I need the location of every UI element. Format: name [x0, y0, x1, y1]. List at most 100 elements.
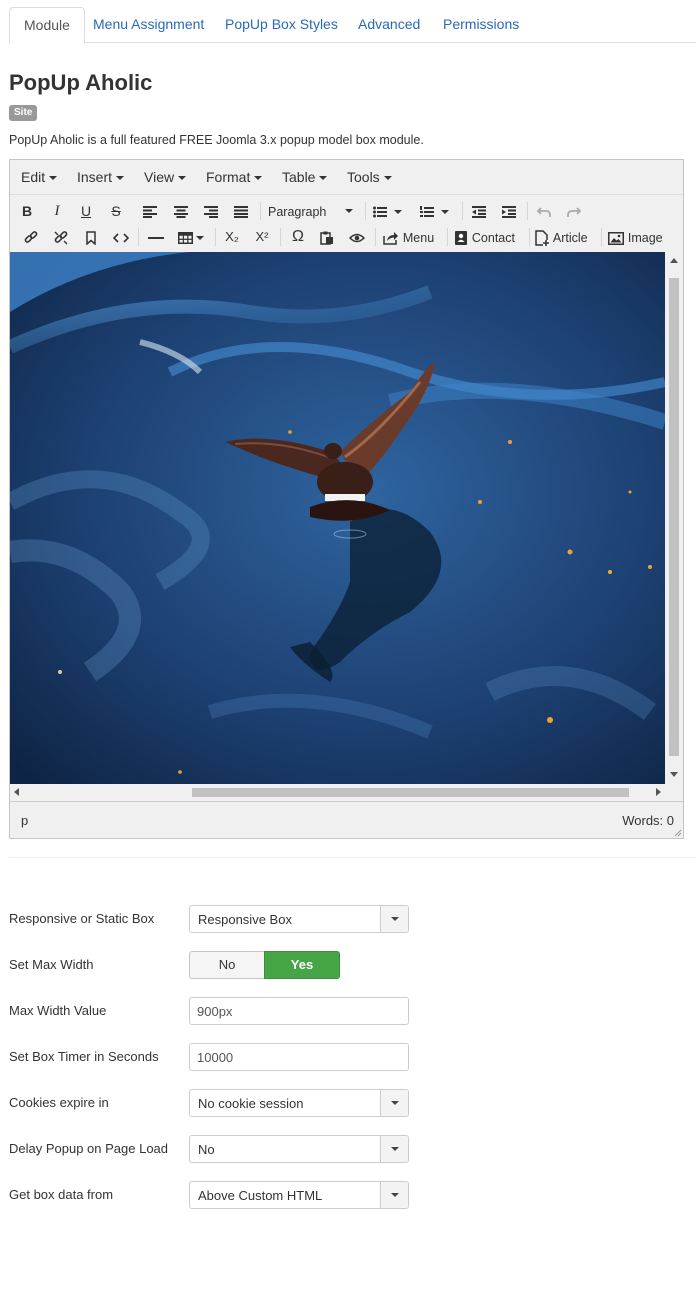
numbered-list-button[interactable] [420, 200, 456, 222]
menu-edit[interactable]: Edit [21, 160, 58, 195]
subscript-button[interactable]: X₂ [222, 226, 242, 248]
tab-module[interactable]: Module [9, 7, 85, 44]
align-right-button[interactable] [202, 200, 220, 222]
insert-menu-button[interactable]: Menu [383, 226, 449, 248]
scroll-right-icon[interactable] [656, 788, 661, 796]
toolbar-divider [375, 228, 376, 246]
horizontal-scrollbar[interactable] [10, 784, 683, 801]
align-left-button[interactable] [141, 200, 159, 222]
toolbar-divider [260, 202, 261, 220]
delay-label: Delay Popup on Page Load [9, 1141, 169, 1156]
undo-button[interactable] [535, 200, 553, 222]
align-left-icon [143, 206, 157, 219]
module-description: PopUp Aholic is a full featured FREE Joo… [9, 133, 424, 147]
anchor-button[interactable] [82, 226, 100, 248]
outdent-icon [472, 206, 486, 219]
max-width-value-label: Max Width Value [9, 1003, 107, 1018]
box-data-select[interactable]: Above Custom HTML [189, 1181, 409, 1209]
editor-menubar: Edit Insert View Format Table Tools [10, 160, 683, 195]
toolbar-divider [527, 202, 528, 220]
unlink-button[interactable] [52, 226, 70, 248]
max-width-no-button[interactable]: No [189, 951, 265, 979]
outdent-button[interactable] [470, 200, 488, 222]
site-badge: Site [9, 105, 38, 121]
tab-popup-box-styles[interactable]: PopUp Box Styles [211, 7, 352, 43]
menu-tools[interactable]: Tools [347, 160, 392, 195]
horizontal-scroll-thumb[interactable] [192, 788, 629, 797]
tab-advanced[interactable]: Advanced [344, 7, 434, 43]
delay-select[interactable]: No [189, 1135, 409, 1163]
underline-button[interactable]: U [77, 200, 95, 222]
responsive-select[interactable]: Responsive Box [189, 905, 409, 933]
insert-image-button[interactable]: Image [608, 226, 670, 248]
align-justify-button[interactable] [232, 200, 250, 222]
scroll-up-icon[interactable] [670, 258, 678, 263]
bold-button[interactable]: B [18, 200, 36, 222]
tab-menu-assignment[interactable]: Menu Assignment [79, 7, 218, 43]
insert-link-button[interactable] [22, 226, 40, 248]
element-path[interactable]: p [21, 813, 28, 828]
cookies-select[interactable]: No cookie session [189, 1089, 409, 1117]
menu-view[interactable]: View [144, 160, 187, 195]
vertical-scroll-thumb[interactable] [669, 278, 679, 756]
horizontal-rule-button[interactable] [146, 226, 166, 248]
bird-over-water-image [10, 252, 665, 784]
max-width-yes-button[interactable]: Yes [264, 951, 340, 979]
format-select[interactable]: Paragraph [268, 200, 353, 222]
timer-input[interactable] [189, 1043, 409, 1071]
chevron-down-icon [441, 210, 449, 215]
strikethrough-button[interactable]: S [107, 200, 125, 222]
source-code-button[interactable] [111, 226, 131, 248]
chevron-down-icon [49, 176, 58, 181]
menu-edit-label: Edit [21, 169, 46, 185]
word-count: Words: 0 [622, 813, 674, 828]
paste-text-button[interactable] [318, 226, 336, 248]
vertical-scrollbar[interactable] [665, 252, 683, 784]
toolbar-row-2: X₂ X² Ω Menu Contact Article Image [10, 224, 683, 250]
cookies-row: Cookies expire in No cookie session [9, 1089, 429, 1117]
chevron-down-icon [116, 176, 125, 181]
page-title: PopUp Aholic [9, 70, 153, 95]
max-width-value-input[interactable] [189, 997, 409, 1025]
menu-tools-label: Tools [347, 169, 380, 185]
bullet-list-button[interactable] [373, 200, 409, 222]
indent-button[interactable] [500, 200, 518, 222]
insert-contact-label: Contact [471, 231, 515, 245]
max-width-row: Set Max Width No Yes [9, 951, 429, 979]
preview-button[interactable] [347, 226, 367, 248]
responsive-select-value: Responsive Box [198, 912, 292, 927]
table-button[interactable] [178, 226, 208, 248]
resize-handle-icon[interactable] [674, 829, 682, 837]
chevron-down-icon [383, 176, 392, 181]
insert-contact-button[interactable]: Contact [454, 226, 524, 248]
align-justify-icon [234, 206, 248, 219]
tab-permissions[interactable]: Permissions [429, 7, 533, 43]
menu-insert[interactable]: Insert [77, 160, 125, 195]
redo-icon [567, 207, 582, 218]
scroll-down-icon[interactable] [670, 772, 678, 777]
special-character-button[interactable]: Ω [288, 226, 308, 248]
chevron-down-icon [319, 176, 328, 181]
code-icon [112, 232, 130, 243]
editor-content[interactable] [10, 252, 683, 801]
delay-row: Delay Popup on Page Load No [9, 1135, 429, 1163]
insert-article-button[interactable]: Article [535, 226, 597, 248]
align-right-icon [204, 206, 218, 219]
align-center-button[interactable] [172, 200, 190, 222]
chevron-down-icon [345, 209, 353, 213]
chevron-down-icon [254, 176, 263, 181]
align-center-icon [174, 206, 188, 219]
menu-insert-label: Insert [77, 169, 113, 185]
menu-format-label: Format [206, 169, 251, 185]
redo-button[interactable] [565, 200, 583, 222]
superscript-button[interactable]: X² [252, 226, 272, 248]
insert-article-label: Article [552, 231, 588, 245]
menu-format[interactable]: Format [206, 160, 263, 195]
italic-button[interactable]: I [48, 200, 66, 222]
menu-table[interactable]: Table [282, 160, 328, 195]
chevron-down-icon [380, 906, 408, 932]
toolbar-divider [365, 202, 366, 220]
photo-illustration [10, 252, 665, 784]
scroll-left-icon[interactable] [14, 788, 19, 796]
chevron-down-icon [380, 1136, 408, 1162]
